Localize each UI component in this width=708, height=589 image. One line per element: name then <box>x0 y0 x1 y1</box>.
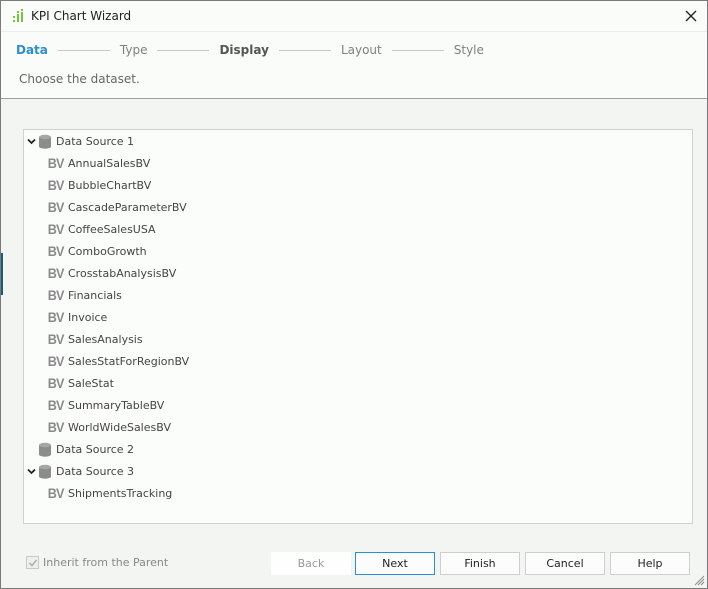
data-source-label: Data Source 2 <box>56 442 135 456</box>
business-view-label: CrosstabAnalysisBV <box>68 266 177 280</box>
business-view-icon: BV <box>47 221 65 237</box>
tree-item-data-source[interactable]: Data Source 1 <box>26 130 134 152</box>
dataset-tree[interactable]: Data Source 1 BV AnnualSalesBV BV BubbleChar… <box>23 129 693 524</box>
tree-item-business-view[interactable]: BV SalesStatForRegionBV <box>47 350 189 372</box>
business-view-icon: BV <box>47 243 65 259</box>
tree-item-business-view[interactable]: BV SummaryTableBV <box>47 394 165 416</box>
business-view-icon: BV <box>47 353 65 369</box>
tree-item-business-view[interactable]: BV ComboGrowth <box>47 240 147 262</box>
finish-button[interactable]: Finish <box>440 552 520 575</box>
step-data[interactable]: Data <box>16 43 48 57</box>
business-view-label: Financials <box>68 288 122 302</box>
step-connector <box>157 49 210 51</box>
business-view-label: ComboGrowth <box>68 244 147 258</box>
step-connector <box>57 49 110 51</box>
business-view-label: SalesAnalysis <box>68 332 143 346</box>
close-icon[interactable] <box>682 7 700 25</box>
business-view-icon: BV <box>47 287 65 303</box>
step-style[interactable]: Style <box>454 43 484 57</box>
inherit-label: Inherit from the Parent <box>43 556 169 569</box>
help-button[interactable]: Help <box>610 552 690 575</box>
next-button[interactable]: Next <box>355 552 435 575</box>
inherit-checkbox-row[interactable]: Inherit from the Parent <box>26 556 168 569</box>
wizard-header: Data Type Display Layout Style Choose th… <box>1 32 707 99</box>
business-view-label: Invoice <box>68 310 108 324</box>
tree-item-business-view[interactable]: BV Financials <box>47 284 122 306</box>
cancel-button[interactable]: Cancel <box>525 552 605 575</box>
business-view-label: SaleStat <box>68 376 114 390</box>
business-view-icon: BV <box>47 199 65 215</box>
tree-item-business-view[interactable]: BV BubbleChartBV <box>47 174 151 196</box>
chevron-down-icon[interactable] <box>26 466 37 477</box>
tree-item-data-source[interactable]: Data Source 2 <box>26 438 134 460</box>
inherit-checkbox[interactable] <box>26 556 39 569</box>
left-edge-accent <box>1 253 3 295</box>
business-view-icon: BV <box>47 331 65 347</box>
business-view-icon: BV <box>47 155 65 171</box>
business-view-icon: BV <box>47 419 65 435</box>
tree-item-business-view[interactable]: BV ShipmentsTracking <box>47 482 172 504</box>
chevron-down-icon[interactable] <box>26 136 37 147</box>
tree-item-business-view[interactable]: BV Invoice <box>47 306 108 328</box>
data-source-label: Data Source 1 <box>56 134 135 148</box>
step-connector <box>391 49 444 51</box>
kpi-chart-wizard-dialog: KPI Chart Wizard Data Type Display Layou… <box>0 0 708 589</box>
business-view-icon: BV <box>47 265 65 281</box>
kpi-chart-icon <box>13 9 23 22</box>
business-view-icon: BV <box>47 397 65 413</box>
tree-item-business-view[interactable]: BV SalesAnalysis <box>47 328 143 350</box>
business-view-label: WorldWideSalesBV <box>68 420 171 434</box>
database-icon <box>39 134 51 149</box>
step-type[interactable]: Type <box>120 43 148 57</box>
step-display[interactable]: Display <box>219 43 268 57</box>
business-view-icon: BV <box>47 177 65 193</box>
checkmark-icon <box>28 558 37 567</box>
business-view-label: CoffeeSalesUSA <box>68 222 156 236</box>
resize-grip-icon[interactable] <box>693 574 705 586</box>
business-view-label: CascadeParameterBV <box>68 200 187 214</box>
step-connector <box>278 49 331 51</box>
instruction-text: Choose the dataset. <box>19 72 140 86</box>
business-view-label: BubbleChartBV <box>68 178 152 192</box>
tree-item-business-view[interactable]: BV CrosstabAnalysisBV <box>47 262 176 284</box>
business-view-icon: BV <box>47 309 65 325</box>
step-layout[interactable]: Layout <box>341 43 382 57</box>
business-view-label: AnnualSalesBV <box>68 156 151 170</box>
data-source-label: Data Source 3 <box>56 464 135 478</box>
database-icon <box>39 442 51 457</box>
business-view-label: SalesStatForRegionBV <box>68 354 190 368</box>
database-icon <box>39 464 51 479</box>
back-button[interactable]: Back <box>271 552 351 575</box>
tree-item-business-view[interactable]: BV CoffeeSalesUSA <box>47 218 156 240</box>
tree-item-business-view[interactable]: BV SaleStat <box>47 372 114 394</box>
title-bar: KPI Chart Wizard <box>1 1 707 32</box>
tree-item-business-view[interactable]: BV CascadeParameterBV <box>47 196 187 218</box>
tree-item-business-view[interactable]: BV WorldWideSalesBV <box>47 416 171 438</box>
tree-item-data-source[interactable]: Data Source 3 <box>26 460 134 482</box>
window-title: KPI Chart Wizard <box>31 9 132 23</box>
business-view-icon: BV <box>47 375 65 391</box>
wizard-steps: Data Type Display Layout Style <box>16 42 484 58</box>
business-view-icon: BV <box>47 485 65 501</box>
tree-item-business-view[interactable]: BV AnnualSalesBV <box>47 152 150 174</box>
business-view-label: SummaryTableBV <box>68 398 165 412</box>
business-view-label: ShipmentsTracking <box>68 486 173 500</box>
